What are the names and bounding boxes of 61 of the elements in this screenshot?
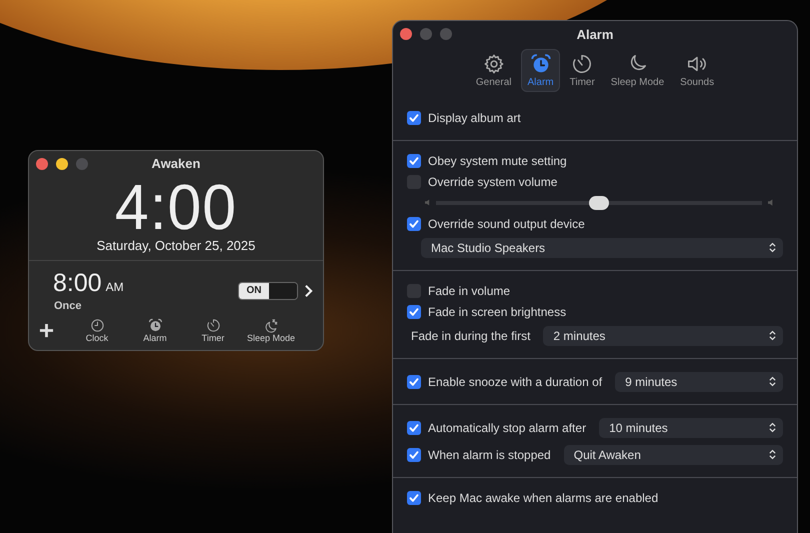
up-down-arrows-icon [769, 449, 776, 460]
up-down-arrows-icon [769, 330, 776, 341]
gear-icon [482, 53, 505, 75]
tab[interactable]: General [470, 49, 518, 92]
slider-thumb[interactable] [589, 196, 609, 210]
tab[interactable]: Sleep Mode [604, 49, 670, 92]
checkbox[interactable] [407, 490, 421, 504]
alarm-clock-icon [530, 53, 552, 75]
plus-icon[interactable] [39, 323, 54, 338]
up-down-arrows-icon [769, 376, 776, 387]
close-button[interactable] [36, 158, 48, 170]
toolbar-button[interactable]: Clock [68, 318, 126, 343]
tab[interactable]: Alarm [521, 49, 560, 92]
alarm-period: AM [106, 280, 124, 294]
close-button[interactable] [400, 28, 412, 40]
window-title: Alarm [576, 26, 614, 42]
checkbox-label: When alarm is stopped [428, 448, 551, 462]
alarm-toggle[interactable]: ON [238, 282, 298, 300]
window-title: Awaken [152, 156, 200, 170]
checkbox-label: Fade in screen brightness [428, 304, 566, 318]
chevron-right-icon[interactable] [304, 284, 313, 298]
tab[interactable]: Timer [564, 49, 601, 92]
dropdown[interactable]: 2 minutes [543, 326, 783, 346]
tab[interactable]: Sounds [674, 49, 720, 92]
dropdown[interactable]: Mac Studio Speakers [421, 238, 783, 258]
checkbox-label: Override system volume [428, 174, 558, 188]
clock-date: Saturday, October 25, 2025 [96, 238, 256, 253]
toolbar-button[interactable]: Timer [184, 318, 242, 343]
timer-icon [571, 53, 594, 75]
dropdown[interactable]: 10 minutes [599, 418, 783, 438]
clock-icon [90, 318, 104, 333]
field-label: Fade in during the first [411, 328, 530, 342]
timer-icon [206, 318, 220, 333]
checkbox[interactable] [407, 448, 421, 462]
clock-time: 4:00 [114, 177, 238, 237]
minimize-button[interactable] [56, 158, 68, 170]
checkbox-label: Display album art [428, 110, 521, 124]
up-down-arrows-icon [769, 242, 776, 253]
checkbox-label: Automatically stop alarm after [428, 420, 586, 434]
toolbar-button[interactable]: Alarm [126, 318, 184, 343]
moon-icon [264, 318, 278, 333]
checkbox[interactable] [407, 216, 421, 230]
alarm-repeat: Once [54, 300, 83, 312]
volume-high-icon [768, 199, 775, 206]
toolbar-button[interactable]: Sleep Mode [242, 318, 300, 343]
dropdown[interactable]: 9 minutes [615, 372, 783, 392]
dropdown[interactable]: Quit Awaken [564, 444, 783, 464]
up-down-arrows-icon [769, 422, 776, 433]
alarm-time: 8:00 [53, 269, 102, 298]
checkbox[interactable] [407, 110, 421, 124]
checkbox[interactable] [407, 304, 421, 318]
checkbox-label: Override sound output device [428, 216, 585, 230]
checkbox-label: Obey system mute setting [428, 154, 567, 168]
alarm-clock-icon [148, 318, 162, 333]
checkbox[interactable] [407, 154, 421, 168]
volume-low-icon [425, 199, 430, 206]
checkbox-label: Fade in volume [428, 284, 510, 298]
checkbox-label: Enable snooze with a duration of [428, 374, 602, 388]
checkbox[interactable] [407, 420, 421, 434]
checkbox[interactable] [407, 374, 421, 388]
checkbox-label: Keep Mac awake when alarms are enabled [428, 490, 658, 504]
